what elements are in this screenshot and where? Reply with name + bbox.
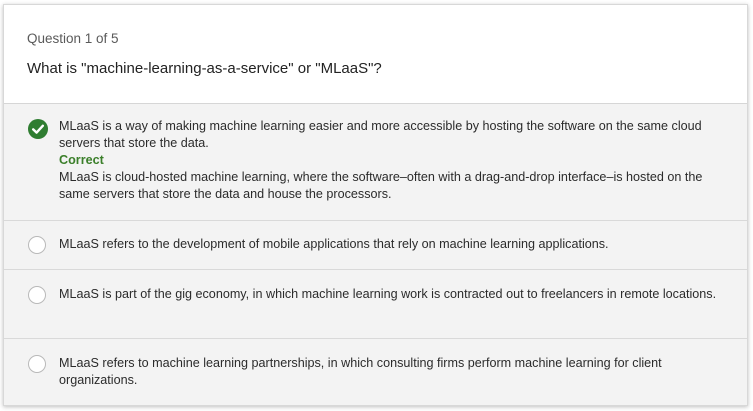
- radio-button[interactable]: [28, 236, 46, 254]
- answer-option-1-content: MLaaS is a way of making machine learnin…: [59, 118, 733, 203]
- question-text: What is "machine-learning-as-a-service" …: [27, 60, 382, 77]
- answer-option-1[interactable]: MLaaS is a way of making machine learnin…: [4, 104, 747, 221]
- checkmark-circle-icon: [28, 119, 48, 139]
- answer-option-3-text: MLaaS is part of the gig economy, in whi…: [59, 287, 717, 301]
- quiz-card: Question 1 of 5 What is "machine-learnin…: [3, 4, 748, 406]
- answer-option-2-text: MLaaS refers to the development of mobil…: [59, 237, 609, 251]
- answer-option-4[interactable]: MLaaS refers to machine learning partner…: [4, 339, 747, 405]
- answer-option-1-text: MLaaS is a way of making machine learnin…: [59, 119, 702, 150]
- answer-option-3[interactable]: MLaaS is part of the gig economy, in whi…: [4, 270, 747, 339]
- answer-option-4-text: MLaaS refers to machine learning partner…: [59, 356, 662, 387]
- question-progress: Question 1 of 5: [27, 31, 119, 46]
- answer-feedback-text: MLaaS is cloud-hosted machine learning, …: [59, 170, 703, 201]
- radio-button[interactable]: [28, 355, 46, 373]
- question-header: Question 1 of 5 What is "machine-learnin…: [4, 5, 747, 104]
- correct-label: Correct: [59, 153, 104, 167]
- answer-option-2[interactable]: MLaaS refers to the development of mobil…: [4, 221, 747, 270]
- radio-button[interactable]: [28, 286, 46, 304]
